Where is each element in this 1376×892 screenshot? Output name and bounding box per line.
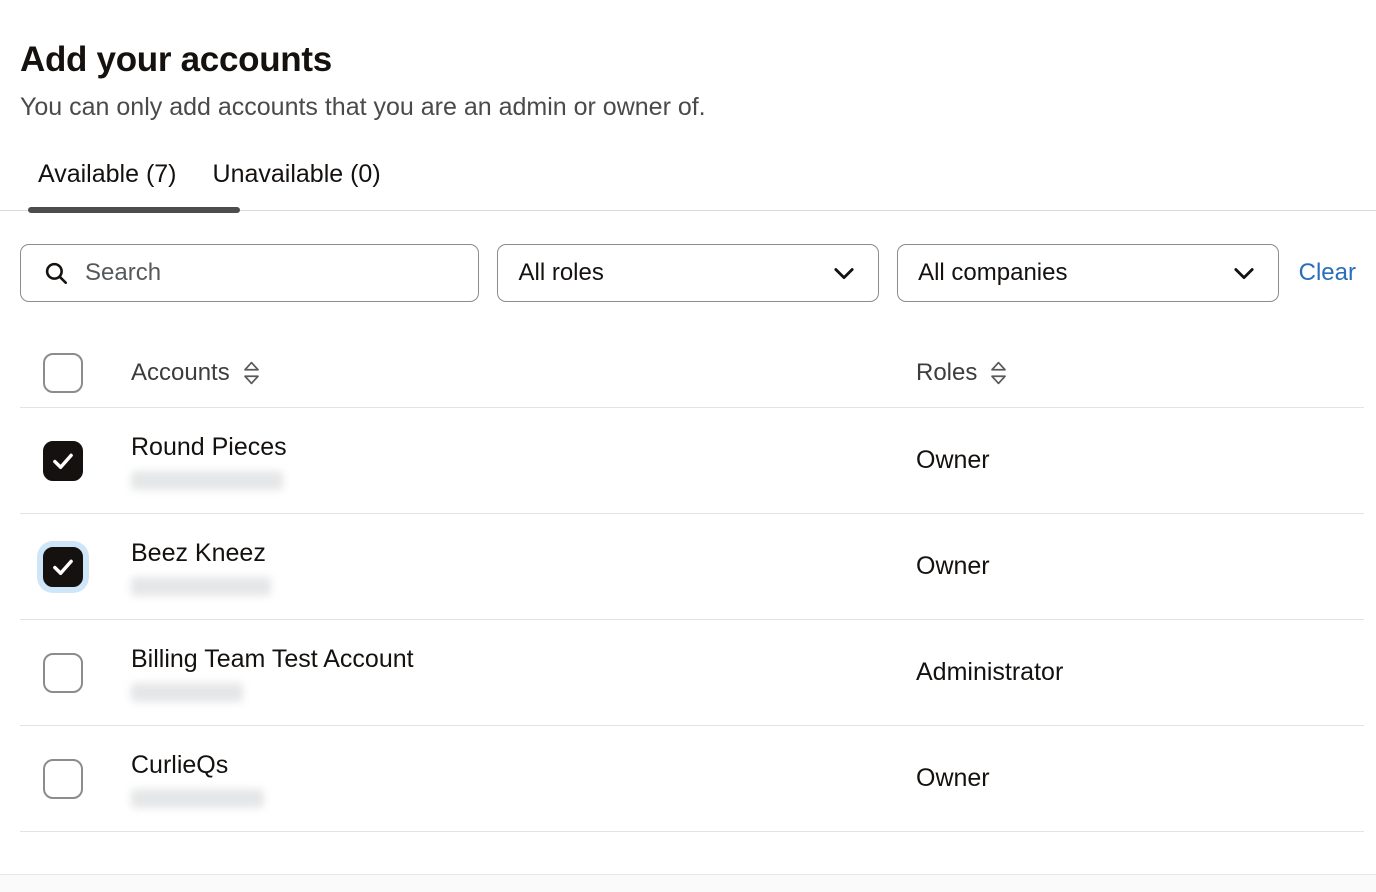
role-value: Owner bbox=[916, 552, 990, 581]
row-checkbox-cell bbox=[20, 759, 131, 799]
role-value: Owner bbox=[916, 446, 990, 475]
role-cell: Owner bbox=[916, 552, 1364, 581]
search-field[interactable] bbox=[20, 244, 479, 302]
redacted-detail bbox=[131, 471, 283, 490]
sort-updown-icon bbox=[242, 360, 261, 386]
account-name: CurlieQs bbox=[131, 750, 916, 780]
role-cell: Administrator bbox=[916, 658, 1364, 687]
role-value: Owner bbox=[916, 764, 990, 793]
filter-bar: All roles All companies Clear bbox=[0, 244, 1376, 302]
check-icon bbox=[50, 554, 76, 580]
sort-accounts-button[interactable]: Accounts bbox=[131, 359, 916, 387]
tabs-container: Available (7) Unavailable (0) bbox=[0, 149, 1376, 227]
table-header-row: Accounts Roles bbox=[20, 338, 1364, 408]
row-checkbox-cell bbox=[20, 653, 131, 693]
check-icon bbox=[50, 448, 76, 474]
table-row[interactable]: Round PiecesOwner bbox=[20, 408, 1364, 514]
sort-updown-icon bbox=[989, 360, 1008, 386]
chevron-down-icon bbox=[830, 259, 858, 287]
table-row[interactable]: Billing Team Test AccountAdministrator bbox=[20, 620, 1364, 726]
role-cell: Owner bbox=[916, 446, 1364, 475]
row-checkbox[interactable] bbox=[43, 547, 83, 587]
account-cell: Beez Kneez bbox=[131, 538, 916, 596]
row-checkbox-cell bbox=[20, 441, 131, 481]
tab-available[interactable]: Available (7) bbox=[20, 149, 195, 191]
account-cell: CurlieQs bbox=[131, 750, 916, 808]
search-input[interactable] bbox=[21, 245, 478, 301]
table-row[interactable]: CurlieQsOwner bbox=[20, 726, 1364, 832]
row-checkbox-cell bbox=[20, 547, 131, 587]
accounts-table: Accounts Roles Round PiecesOwnerBeez bbox=[0, 338, 1376, 832]
page-title: Add your accounts bbox=[20, 0, 1356, 82]
roles-filter-select[interactable]: All roles bbox=[497, 244, 879, 302]
role-cell: Owner bbox=[916, 764, 1364, 793]
roles-filter-value: All roles bbox=[498, 259, 603, 287]
account-cell: Round Pieces bbox=[131, 432, 916, 490]
accounts-column-header: Accounts bbox=[131, 359, 916, 387]
page-subtitle: You can only add accounts that you are a… bbox=[20, 82, 1356, 123]
page-header: Add your accounts You can only add accou… bbox=[0, 0, 1376, 123]
clear-filters-link[interactable]: Clear bbox=[1299, 259, 1356, 287]
account-name: Billing Team Test Account bbox=[131, 644, 916, 674]
roles-column-header: Roles bbox=[916, 359, 1364, 387]
accounts-column-label: Accounts bbox=[131, 359, 230, 387]
chevron-down-icon bbox=[1230, 259, 1258, 287]
account-name: Beez Kneez bbox=[131, 538, 916, 568]
select-all-cell bbox=[20, 353, 131, 393]
role-value: Administrator bbox=[916, 658, 1063, 687]
search-icon bbox=[43, 260, 69, 286]
row-checkbox[interactable] bbox=[43, 441, 83, 481]
row-checkbox[interactable] bbox=[43, 653, 83, 693]
tab-unavailable[interactable]: Unavailable (0) bbox=[195, 149, 399, 191]
redacted-detail bbox=[131, 789, 264, 808]
redacted-detail bbox=[131, 683, 243, 702]
sort-roles-button[interactable]: Roles bbox=[916, 359, 1008, 387]
companies-filter-select[interactable]: All companies bbox=[897, 244, 1279, 302]
account-name: Round Pieces bbox=[131, 432, 916, 462]
account-cell: Billing Team Test Account bbox=[131, 644, 916, 702]
table-row[interactable]: Beez KneezOwner bbox=[20, 514, 1364, 620]
redacted-detail bbox=[131, 577, 271, 596]
row-checkbox[interactable] bbox=[43, 759, 83, 799]
tab-list: Available (7) Unavailable (0) bbox=[0, 149, 1376, 205]
active-tab-indicator bbox=[28, 207, 240, 213]
select-all-checkbox[interactable] bbox=[43, 353, 83, 393]
roles-column-label: Roles bbox=[916, 359, 977, 387]
add-accounts-page: Add your accounts You can only add accou… bbox=[0, 0, 1376, 892]
table-body: Round PiecesOwnerBeez KneezOwnerBilling … bbox=[20, 408, 1364, 832]
bottom-edge-strip bbox=[0, 874, 1376, 892]
companies-filter-value: All companies bbox=[898, 259, 1067, 287]
